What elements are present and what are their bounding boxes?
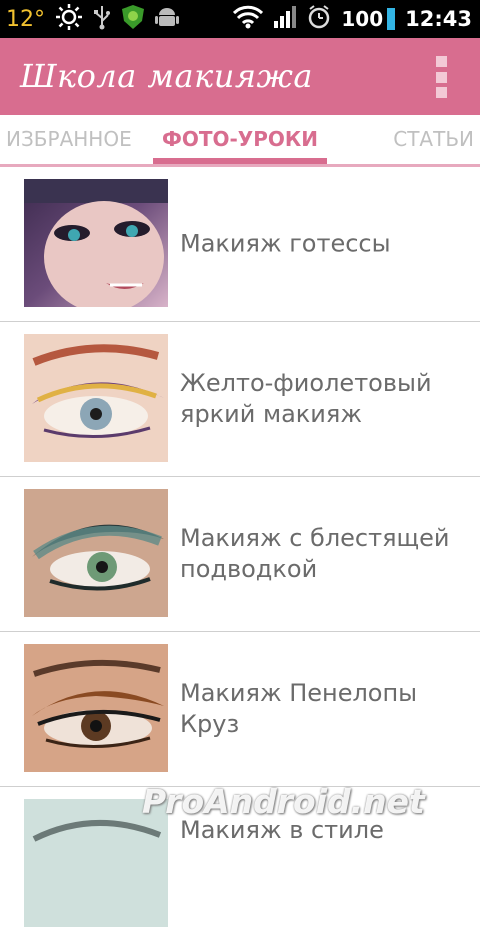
lesson-title: Желто-фиолетовый яркий макияж (180, 369, 432, 428)
lesson-thumbnail (24, 179, 168, 307)
list-item[interactable]: Желто-фиолетовый яркий макияж (0, 322, 480, 477)
app-title: Школа макияжа (20, 57, 313, 95)
alarm-icon (307, 5, 331, 33)
overflow-dot (436, 71, 447, 83)
status-left: 12° (6, 0, 179, 38)
list-item[interactable]: Макияж Пенелопы Круз (0, 632, 480, 787)
tab-favorites[interactable]: ИЗБРАННОЕ (6, 115, 132, 164)
lesson-title: Макияж в стиле (180, 816, 384, 844)
usb-icon (93, 4, 111, 34)
lesson-title: Макияж Пенелопы Круз (180, 679, 418, 738)
overflow-dot (436, 87, 447, 98)
lesson-title: Макияж с блестящей подводкой (180, 524, 450, 583)
tab-photo-lessons[interactable]: ФОТО-УРОКИ (153, 115, 327, 164)
wifi-icon (233, 5, 264, 33)
overflow-dot (436, 56, 447, 67)
tab-articles[interactable]: СТАТЬИ (393, 115, 474, 164)
tab-strip: ИЗБРАННОЕ ФОТО-УРОКИ СТАТЬИ (0, 115, 480, 167)
android-icon (155, 4, 179, 34)
tab-selected-indicator (153, 158, 327, 164)
action-bar: Школа макияжа (0, 38, 480, 115)
overflow-menu-icon[interactable] (436, 56, 448, 98)
shield-app-icon (121, 4, 145, 34)
status-bar: 12° 100 12:43 (0, 0, 480, 38)
lesson-thumbnail (24, 799, 168, 927)
lesson-thumbnail (24, 489, 168, 617)
lesson-thumbnail (24, 644, 168, 772)
status-right: 100 12:43 (233, 0, 472, 38)
signal-icon (273, 5, 297, 33)
list-item[interactable]: Макияж с блестящей подводкой (0, 477, 480, 632)
list-item[interactable]: Макияж в стиле (0, 787, 480, 942)
clock-text: 12:43 (405, 7, 472, 31)
battery-icon (387, 8, 396, 30)
sun-icon (55, 3, 83, 35)
battery-level-text: 100 (341, 7, 384, 31)
lesson-thumbnail (24, 334, 168, 462)
list-item[interactable]: Макияж готессы (0, 167, 480, 322)
temperature-text: 12° (6, 6, 45, 32)
lesson-title: Макияж готессы (180, 229, 391, 258)
